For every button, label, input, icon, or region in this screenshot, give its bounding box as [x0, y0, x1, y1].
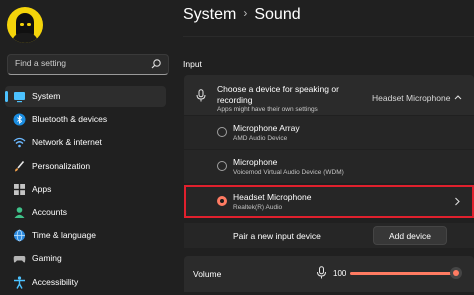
radio-button[interactable]	[217, 127, 227, 137]
device-description: Voicemod Virtual Audio Device (WDM)	[233, 169, 344, 176]
choose-input-device[interactable]: Choose a device for speaking or recordin…	[184, 75, 474, 115]
device-option-microphone-array[interactable]: Microphone Array AMD Audio Device	[184, 116, 474, 149]
sidebar-item-label: Bluetooth & devices	[32, 114, 108, 125]
breadcrumb-parent[interactable]: System	[183, 6, 236, 23]
sidebar-item-system[interactable]: System	[5, 86, 166, 107]
device-description: Realtek(R) Audio	[233, 204, 283, 211]
device-description: AMD Audio Device	[233, 135, 288, 142]
choose-device-title-line2: recording	[217, 95, 253, 105]
monitor-icon	[14, 92, 25, 103]
choose-device-subtitle: Apps might have their own settings	[217, 106, 318, 113]
apps-icon	[14, 183, 25, 195]
pair-input-device-row: Pair a new input device Add device	[184, 223, 474, 248]
chevron-up-icon[interactable]	[454, 94, 462, 100]
microphone-icon[interactable]	[316, 266, 327, 279]
avatar-eye	[27, 23, 31, 26]
active-indicator	[5, 91, 8, 102]
device-option-headset-microphone[interactable]: Headset Microphone Realtek(R) Audio	[184, 185, 474, 218]
avatar-body	[12, 33, 38, 43]
sidebar-item-label: Apps	[32, 183, 52, 194]
accessibility-icon	[14, 275, 25, 289]
search-placeholder: Find a setting	[15, 58, 67, 68]
volume-row: Volume 100	[184, 256, 474, 292]
header-divider	[183, 36, 474, 37]
radio-button[interactable]	[217, 161, 227, 171]
device-name: Microphone	[233, 157, 278, 167]
microphone-icon	[196, 89, 206, 102]
wifi-icon	[13, 138, 26, 148]
sidebar-item-accessibility[interactable]: Accessibility	[5, 272, 166, 293]
avatar[interactable]	[7, 7, 43, 43]
globe-icon	[14, 229, 25, 242]
brush-icon	[15, 160, 25, 172]
sidebar-item-label: System	[32, 91, 61, 101]
sidebar-item-time-language[interactable]: Time & language	[5, 225, 166, 246]
search-input[interactable]: Find a setting	[7, 54, 169, 75]
choose-device-title: Choose a device for speaking or	[217, 84, 339, 94]
sidebar-item-personalization[interactable]: Personalization	[5, 156, 166, 177]
sidebar: Find a setting System Bluetooth & device…	[0, 0, 176, 292]
sidebar-item-label: Network & internet	[32, 137, 102, 148]
pair-device-label: Pair a new input device	[233, 231, 321, 241]
search-icon	[151, 59, 161, 69]
person-icon	[14, 207, 25, 218]
breadcrumb-separator: ›	[243, 6, 248, 20]
sidebar-item-bluetooth[interactable]: Bluetooth & devices	[5, 109, 166, 130]
chevron-right-icon[interactable]	[454, 197, 460, 206]
sidebar-item-network[interactable]: Network & internet	[5, 132, 166, 153]
sidebar-item-label: Accounts	[32, 206, 67, 217]
sidebar-item-label: Time & language	[32, 230, 96, 241]
avatar-eye	[20, 23, 24, 26]
section-title-input: Input	[183, 59, 202, 69]
gamepad-icon	[13, 256, 26, 263]
add-device-button-label: Add device	[388, 231, 432, 241]
sidebar-nav: System Bluetooth & devices Network & int…	[5, 86, 166, 295]
device-name: Microphone Array	[233, 123, 300, 133]
bluetooth-icon	[13, 113, 26, 126]
sidebar-item-gaming[interactable]: Gaming	[5, 248, 166, 269]
device-option-microphone[interactable]: Microphone Voicemod Virtual Audio Device…	[184, 150, 474, 183]
sidebar-item-accounts[interactable]: Accounts	[5, 202, 166, 223]
volume-label: Volume	[193, 269, 222, 279]
add-device-button[interactable]: Add device	[373, 226, 447, 245]
sidebar-item-label: Accessibility	[32, 276, 79, 287]
volume-slider-thumb[interactable]	[450, 267, 462, 279]
page-title: Sound	[254, 6, 301, 23]
sidebar-item-label: Personalization	[32, 160, 91, 171]
sidebar-item-label: Gaming	[32, 253, 62, 264]
selected-device-value: Headset Microphone	[372, 93, 451, 103]
sidebar-item-apps[interactable]: Apps	[5, 179, 166, 200]
volume-slider-track[interactable]	[350, 272, 456, 275]
device-name: Headset Microphone	[233, 192, 312, 202]
radio-button-selected[interactable]	[217, 196, 227, 206]
volume-value: 100	[333, 269, 347, 278]
breadcrumb: System › Sound	[183, 6, 301, 24]
